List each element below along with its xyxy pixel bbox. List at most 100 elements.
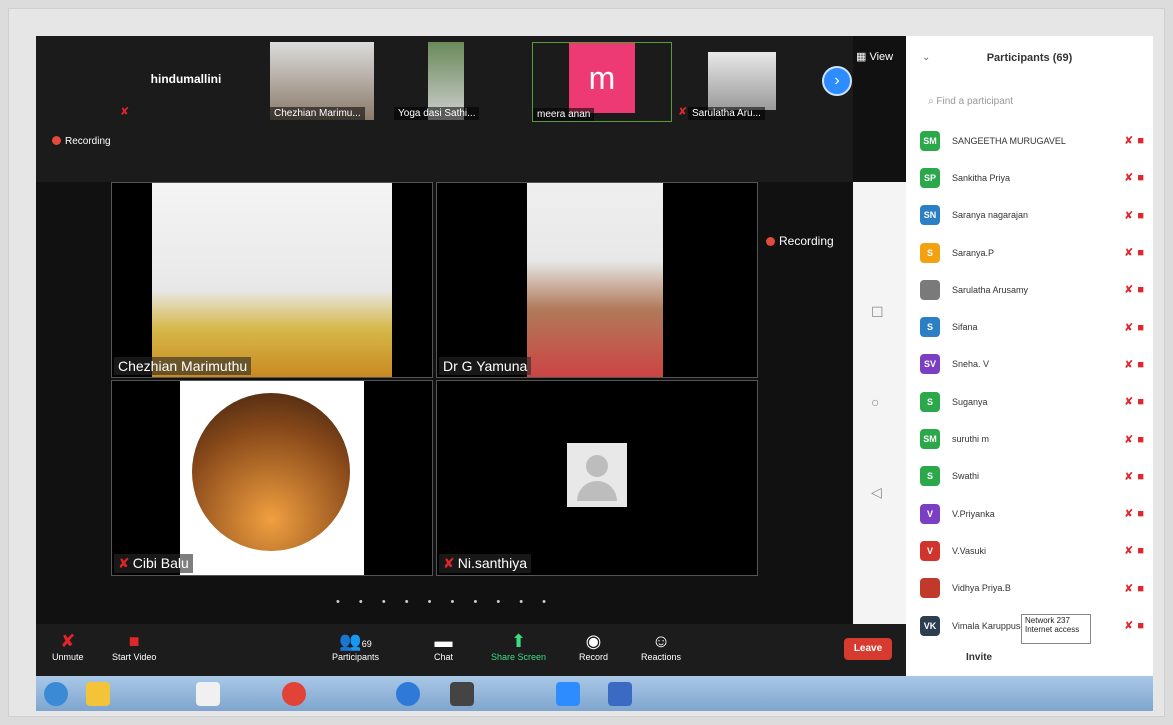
- default-avatar-icon: [567, 443, 627, 507]
- participant-row[interactable]: S Saranya.P ✘■: [920, 234, 1150, 271]
- record-button[interactable]: ◉ Record: [579, 630, 608, 662]
- participant-list: SM SANGEETHA MURUGAVEL ✘■ SP Sankitha Priya ✘…: [920, 122, 1150, 644]
- square-nav-icon[interactable]: ☐: [871, 304, 884, 321]
- page-indicator[interactable]: • • • • • • • • • •: [336, 596, 554, 608]
- start-icon[interactable]: [44, 682, 68, 706]
- mic-off-icon: ✘: [120, 106, 130, 118]
- avatar: SP: [920, 167, 940, 188]
- avatar: S: [920, 242, 940, 263]
- back-nav-icon[interactable]: ◁: [871, 484, 882, 501]
- mic-off-icon: ✘: [60, 631, 76, 651]
- participant-row[interactable]: V V.Priyanka ✘■: [920, 495, 1150, 532]
- app-icon[interactable]: [450, 682, 474, 706]
- participant-name: suruthi m: [952, 434, 990, 445]
- mic-video-off-icon: ✘■: [1124, 172, 1148, 185]
- chrome-icon[interactable]: [282, 682, 306, 706]
- reactions-button[interactable]: ☺ Reactions: [641, 630, 681, 662]
- mic-video-off-icon: ✘■: [1124, 470, 1148, 483]
- leave-button[interactable]: Leave: [844, 638, 892, 660]
- grid-icon: ▦: [856, 51, 870, 63]
- network-tooltip: Network 237 Internet access: [1021, 614, 1091, 644]
- reactions-icon: ☺: [651, 631, 671, 651]
- participant-row[interactable]: SP Sankitha Priya ✘■: [920, 159, 1150, 196]
- panel-title: Participants (69): [986, 52, 1073, 64]
- participant-row[interactable]: V V.Vasuki ✘■: [920, 532, 1150, 569]
- thumbnail-meera[interactable]: m meera anan: [532, 42, 672, 122]
- thumbnail-yoga[interactable]: Yoga dasi Sathi...: [394, 42, 498, 120]
- avatar: [920, 578, 940, 599]
- video-tile-yamuna[interactable]: Dr G Yamuna: [436, 182, 758, 378]
- chat-button[interactable]: ▬ Chat: [434, 630, 453, 662]
- video-feed: [708, 52, 776, 110]
- participant-row[interactable]: S Sifana ✘■: [920, 308, 1150, 345]
- next-page-button[interactable]: ›: [822, 66, 852, 96]
- avatar: VK: [920, 615, 940, 636]
- search-placeholder: Find a participant: [936, 96, 1014, 107]
- invite-button[interactable]: Invite: [966, 652, 992, 663]
- share-screen-icon: ⬆: [510, 631, 527, 651]
- avatar: SV: [920, 354, 940, 375]
- mic-video-off-icon: ✘■: [1124, 135, 1148, 148]
- app-icon[interactable]: [196, 682, 220, 706]
- participant-row[interactable]: Sarulatha Arusamy ✘■: [920, 271, 1150, 308]
- participant-row[interactable]: S Suganya ✘■: [920, 383, 1150, 420]
- participants-button[interactable]: 👥69 Participants: [332, 630, 379, 662]
- view-button[interactable]: ▦ View: [856, 50, 893, 63]
- chat-icon: ▬: [434, 631, 453, 651]
- avatar: [920, 279, 940, 300]
- mic-video-off-icon: ✘■: [1124, 284, 1148, 297]
- participant-name: Sarulatha Arusamy: [952, 284, 1029, 295]
- participant-name: Sneha. V: [952, 359, 990, 370]
- zoom-icon[interactable]: [556, 682, 580, 706]
- share-screen-button[interactable]: ⬆ Share Screen: [491, 630, 546, 662]
- participant-name: V.Vasuki: [952, 545, 987, 556]
- explorer-icon[interactable]: [86, 682, 110, 706]
- avatar: SM: [920, 130, 940, 151]
- recording-label: Recording: [65, 136, 111, 147]
- unmute-button[interactable]: ✘ Unmute: [52, 630, 84, 662]
- participant-row[interactable]: S Swathi ✘■: [920, 458, 1150, 495]
- video-feed: [152, 183, 392, 377]
- thumbnail-name: Chezhian Marimu...: [270, 107, 365, 120]
- participant-row[interactable]: SM SANGEETHA MURUGAVEL ✘■: [920, 122, 1150, 159]
- participant-row[interactable]: SM suruthi m ✘■: [920, 420, 1150, 457]
- video-tile-cibi[interactable]: ✘ Cibi Balu: [111, 380, 433, 576]
- avatar: V: [920, 540, 940, 561]
- circle-nav-icon[interactable]: ○: [871, 394, 879, 410]
- mic-off-icon: ✘: [678, 106, 688, 118]
- video-tile-chezhian[interactable]: Chezhian Marimuthu: [111, 182, 433, 378]
- thumbnail-sarulatha[interactable]: ✘ Sarulatha Aru...: [676, 42, 796, 120]
- android-nav-bar: ☐ ○ ◁: [853, 182, 906, 676]
- meeting-toolbar: ✘ Unmute ■ Start Video 👥69 Participants ▬ Ch…: [36, 624, 906, 676]
- mic-video-off-icon: ✘■: [1124, 545, 1148, 558]
- participant-search[interactable]: ⌕ Find a participant: [928, 96, 1013, 107]
- mic-off-icon: ✘: [118, 555, 130, 571]
- participant-row[interactable]: Vidhya Priya.B ✘■: [920, 570, 1150, 607]
- participants-icon: 👥69: [339, 631, 372, 651]
- start-video-button[interactable]: ■ Start Video: [112, 630, 156, 662]
- participant-name: V.Priyanka: [952, 508, 995, 519]
- browser-icon[interactable]: [396, 682, 420, 706]
- participants-panel: ⌄ Participants (69) ⌕ Find a participant…: [906, 36, 1153, 676]
- mic-video-off-icon: ✘■: [1124, 582, 1148, 595]
- avatar: S: [920, 317, 940, 338]
- mic-video-off-icon: ✘■: [1124, 620, 1148, 632]
- view-label: View: [869, 51, 894, 63]
- recording-indicator-small: Recording: [52, 136, 111, 147]
- participant-name: Swathi: [952, 471, 980, 482]
- participant-row[interactable]: SV Sneha. V ✘■: [920, 346, 1150, 383]
- participant-row[interactable]: SN Saranya nagarajan ✘■: [920, 197, 1150, 234]
- mic-video-off-icon: ✘■: [1124, 396, 1148, 409]
- avatar: SN: [920, 205, 940, 226]
- zoom-window: hindumallini ✘ Chezhian Marimu... Yoga d…: [36, 36, 1153, 711]
- avatar: SM: [920, 429, 940, 450]
- mic-video-off-icon: ✘■: [1124, 508, 1148, 521]
- recording-label: Recording: [779, 234, 834, 248]
- thumbnail-hindumallini[interactable]: hindumallini ✘: [116, 42, 256, 120]
- profile-picture: [180, 381, 364, 575]
- video-tile-santhiya[interactable]: ✘ Ni.santhiya: [436, 380, 758, 576]
- avatar: V: [920, 503, 940, 524]
- thumbnail-chezhian[interactable]: Chezhian Marimu...: [270, 42, 374, 120]
- word-icon[interactable]: [608, 682, 632, 706]
- mic-video-off-icon: ✘■: [1124, 358, 1148, 371]
